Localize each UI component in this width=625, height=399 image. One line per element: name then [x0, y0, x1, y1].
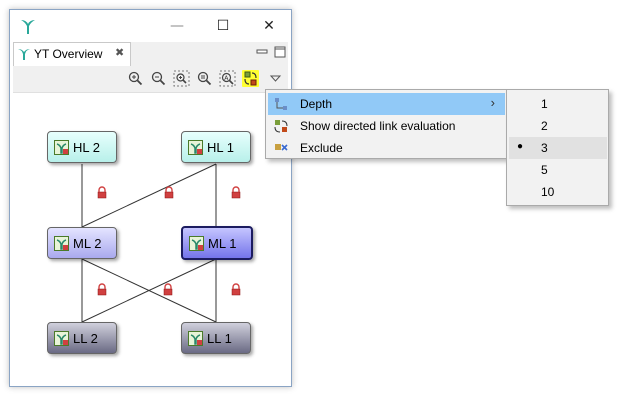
maximize-view-icon[interactable]: [273, 45, 287, 59]
yt-overview-window: — ☐ ✕ YT Overview ✖ A HL 2 HL 1 ML 2 ML …: [9, 9, 292, 387]
graph-node-ll2[interactable]: LL 2: [47, 322, 117, 354]
zoom-auto-icon[interactable]: A: [219, 70, 236, 87]
menu-item-label: Depth: [300, 97, 333, 111]
zoom-100-icon[interactable]: [196, 70, 213, 87]
close-button[interactable]: ✕: [246, 10, 292, 42]
maximize-button[interactable]: ☐: [200, 10, 246, 42]
depth-option-label: 1: [541, 97, 548, 111]
zoom-in-icon[interactable]: [127, 70, 144, 87]
minimize-view-icon[interactable]: [255, 45, 269, 59]
tab-yt-overview[interactable]: YT Overview ✖: [13, 42, 131, 66]
menu-item-show-directed-link-evaluation[interactable]: Show directed link evaluation: [268, 115, 505, 137]
minimize-button[interactable]: —: [154, 10, 200, 42]
menu-item-depth[interactable]: Depth ›: [268, 93, 505, 115]
node-label: HL 2: [73, 140, 100, 155]
submenu-arrow-icon: ›: [490, 95, 495, 110]
node-label: LL 2: [73, 331, 98, 346]
lock-icon: [164, 186, 174, 199]
depth-option-label: 2: [541, 119, 548, 133]
depth-tree-icon: [275, 98, 287, 110]
node-type-icon: [54, 236, 69, 251]
menu-item-label: Exclude: [300, 141, 343, 155]
node-label: ML 1: [208, 236, 237, 251]
node-type-icon: [188, 331, 203, 346]
node-label: HL 1: [207, 140, 234, 155]
graph-node-ll1[interactable]: LL 1: [181, 322, 251, 354]
depth-option-1[interactable]: 1: [509, 93, 607, 115]
lock-icon: [163, 283, 173, 296]
tab-close-icon[interactable]: ✖: [115, 46, 124, 59]
zoom-out-icon[interactable]: [150, 70, 167, 87]
view-menu-chevron-icon[interactable]: [267, 70, 284, 87]
lock-icon: [97, 186, 107, 199]
depth-option-5[interactable]: 5: [509, 159, 607, 181]
graph-node-ml1-selected[interactable]: ML 1: [181, 226, 253, 260]
depth-submenu: 1 2 ● 3 5 10: [506, 89, 609, 206]
node-type-icon: [189, 236, 204, 251]
depth-option-label: 10: [541, 185, 555, 199]
zoom-to-fit-icon[interactable]: [173, 70, 190, 87]
node-type-icon: [54, 331, 69, 346]
graph-toolbar: A: [13, 66, 288, 93]
depth-option-label: 5: [541, 163, 548, 177]
node-label: LL 1: [207, 331, 232, 346]
refresh-layout-icon[interactable]: [242, 70, 259, 87]
title-bar[interactable]: — ☐ ✕: [10, 10, 291, 42]
node-type-icon: [188, 140, 203, 155]
app-logo-icon: [21, 20, 35, 34]
graph-node-ml2[interactable]: ML 2: [47, 227, 117, 259]
yt-logo-icon: [18, 49, 30, 60]
lock-icon: [231, 283, 241, 296]
view-dropdown-menu: Depth › Show directed link evaluation Ex…: [265, 89, 507, 159]
depth-option-2[interactable]: 2: [509, 115, 607, 137]
node-label: ML 2: [73, 236, 102, 251]
depth-option-label: 3: [541, 141, 548, 155]
tab-label: YT Overview: [34, 47, 103, 61]
depth-option-10[interactable]: 10: [509, 181, 607, 203]
radio-bullet-icon: ●: [517, 141, 524, 152]
graph-node-hl2[interactable]: HL 2: [47, 131, 117, 163]
menu-item-exclude[interactable]: Exclude: [268, 137, 505, 159]
directed-link-icon: [274, 120, 288, 133]
graph-node-hl1[interactable]: HL 1: [181, 131, 251, 163]
lock-icon: [231, 186, 241, 199]
view-tab-row: YT Overview ✖: [13, 42, 288, 66]
menu-item-label: Show directed link evaluation: [300, 119, 456, 133]
lock-icon: [97, 283, 107, 296]
exclude-icon: [275, 144, 288, 151]
graph-canvas[interactable]: HL 2 HL 1 ML 2 ML 1 LL 2 LL 1: [13, 93, 288, 383]
node-type-icon: [54, 140, 69, 155]
depth-option-3[interactable]: ● 3: [509, 137, 607, 159]
